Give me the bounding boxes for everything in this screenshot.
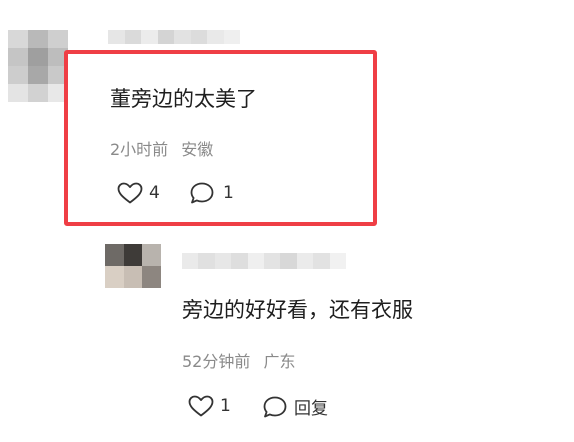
comment-time: 52分钟前 (182, 352, 251, 371)
reply-label: 回复 (294, 399, 328, 419)
username-blurred[interactable] (182, 253, 346, 269)
reply-button[interactable]: 回复 (262, 394, 328, 419)
heart-outline-icon (187, 394, 215, 418)
highlight-frame (64, 50, 377, 226)
like-button[interactable]: 1 (187, 394, 231, 418)
username-blurred[interactable] (108, 30, 240, 44)
avatar[interactable] (105, 244, 161, 288)
comment-meta: 52分钟前 广东 (182, 348, 295, 372)
comment-bubble-icon (262, 395, 288, 419)
comment-location: 广东 (263, 352, 296, 371)
like-count: 1 (220, 396, 231, 416)
avatar[interactable] (8, 30, 68, 102)
comment-text: 旁边的好好看，还有衣服 (182, 298, 413, 322)
